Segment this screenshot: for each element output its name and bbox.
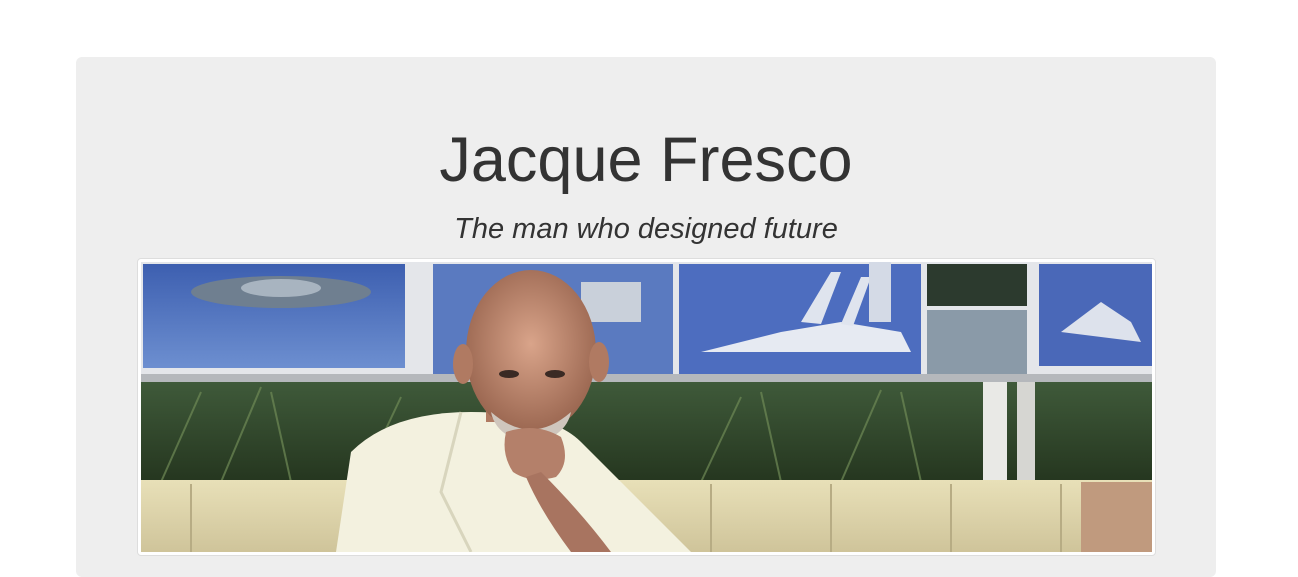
photo-illustration [141, 262, 1152, 552]
jumbotron: Jacque Fresco The man who designed futur… [76, 57, 1216, 577]
portrait-photo [141, 262, 1152, 552]
image-thumbnail [137, 258, 1156, 556]
page-title: Jacque Fresco [439, 125, 853, 195]
page-subtitle: The man who designed future [454, 213, 838, 245]
